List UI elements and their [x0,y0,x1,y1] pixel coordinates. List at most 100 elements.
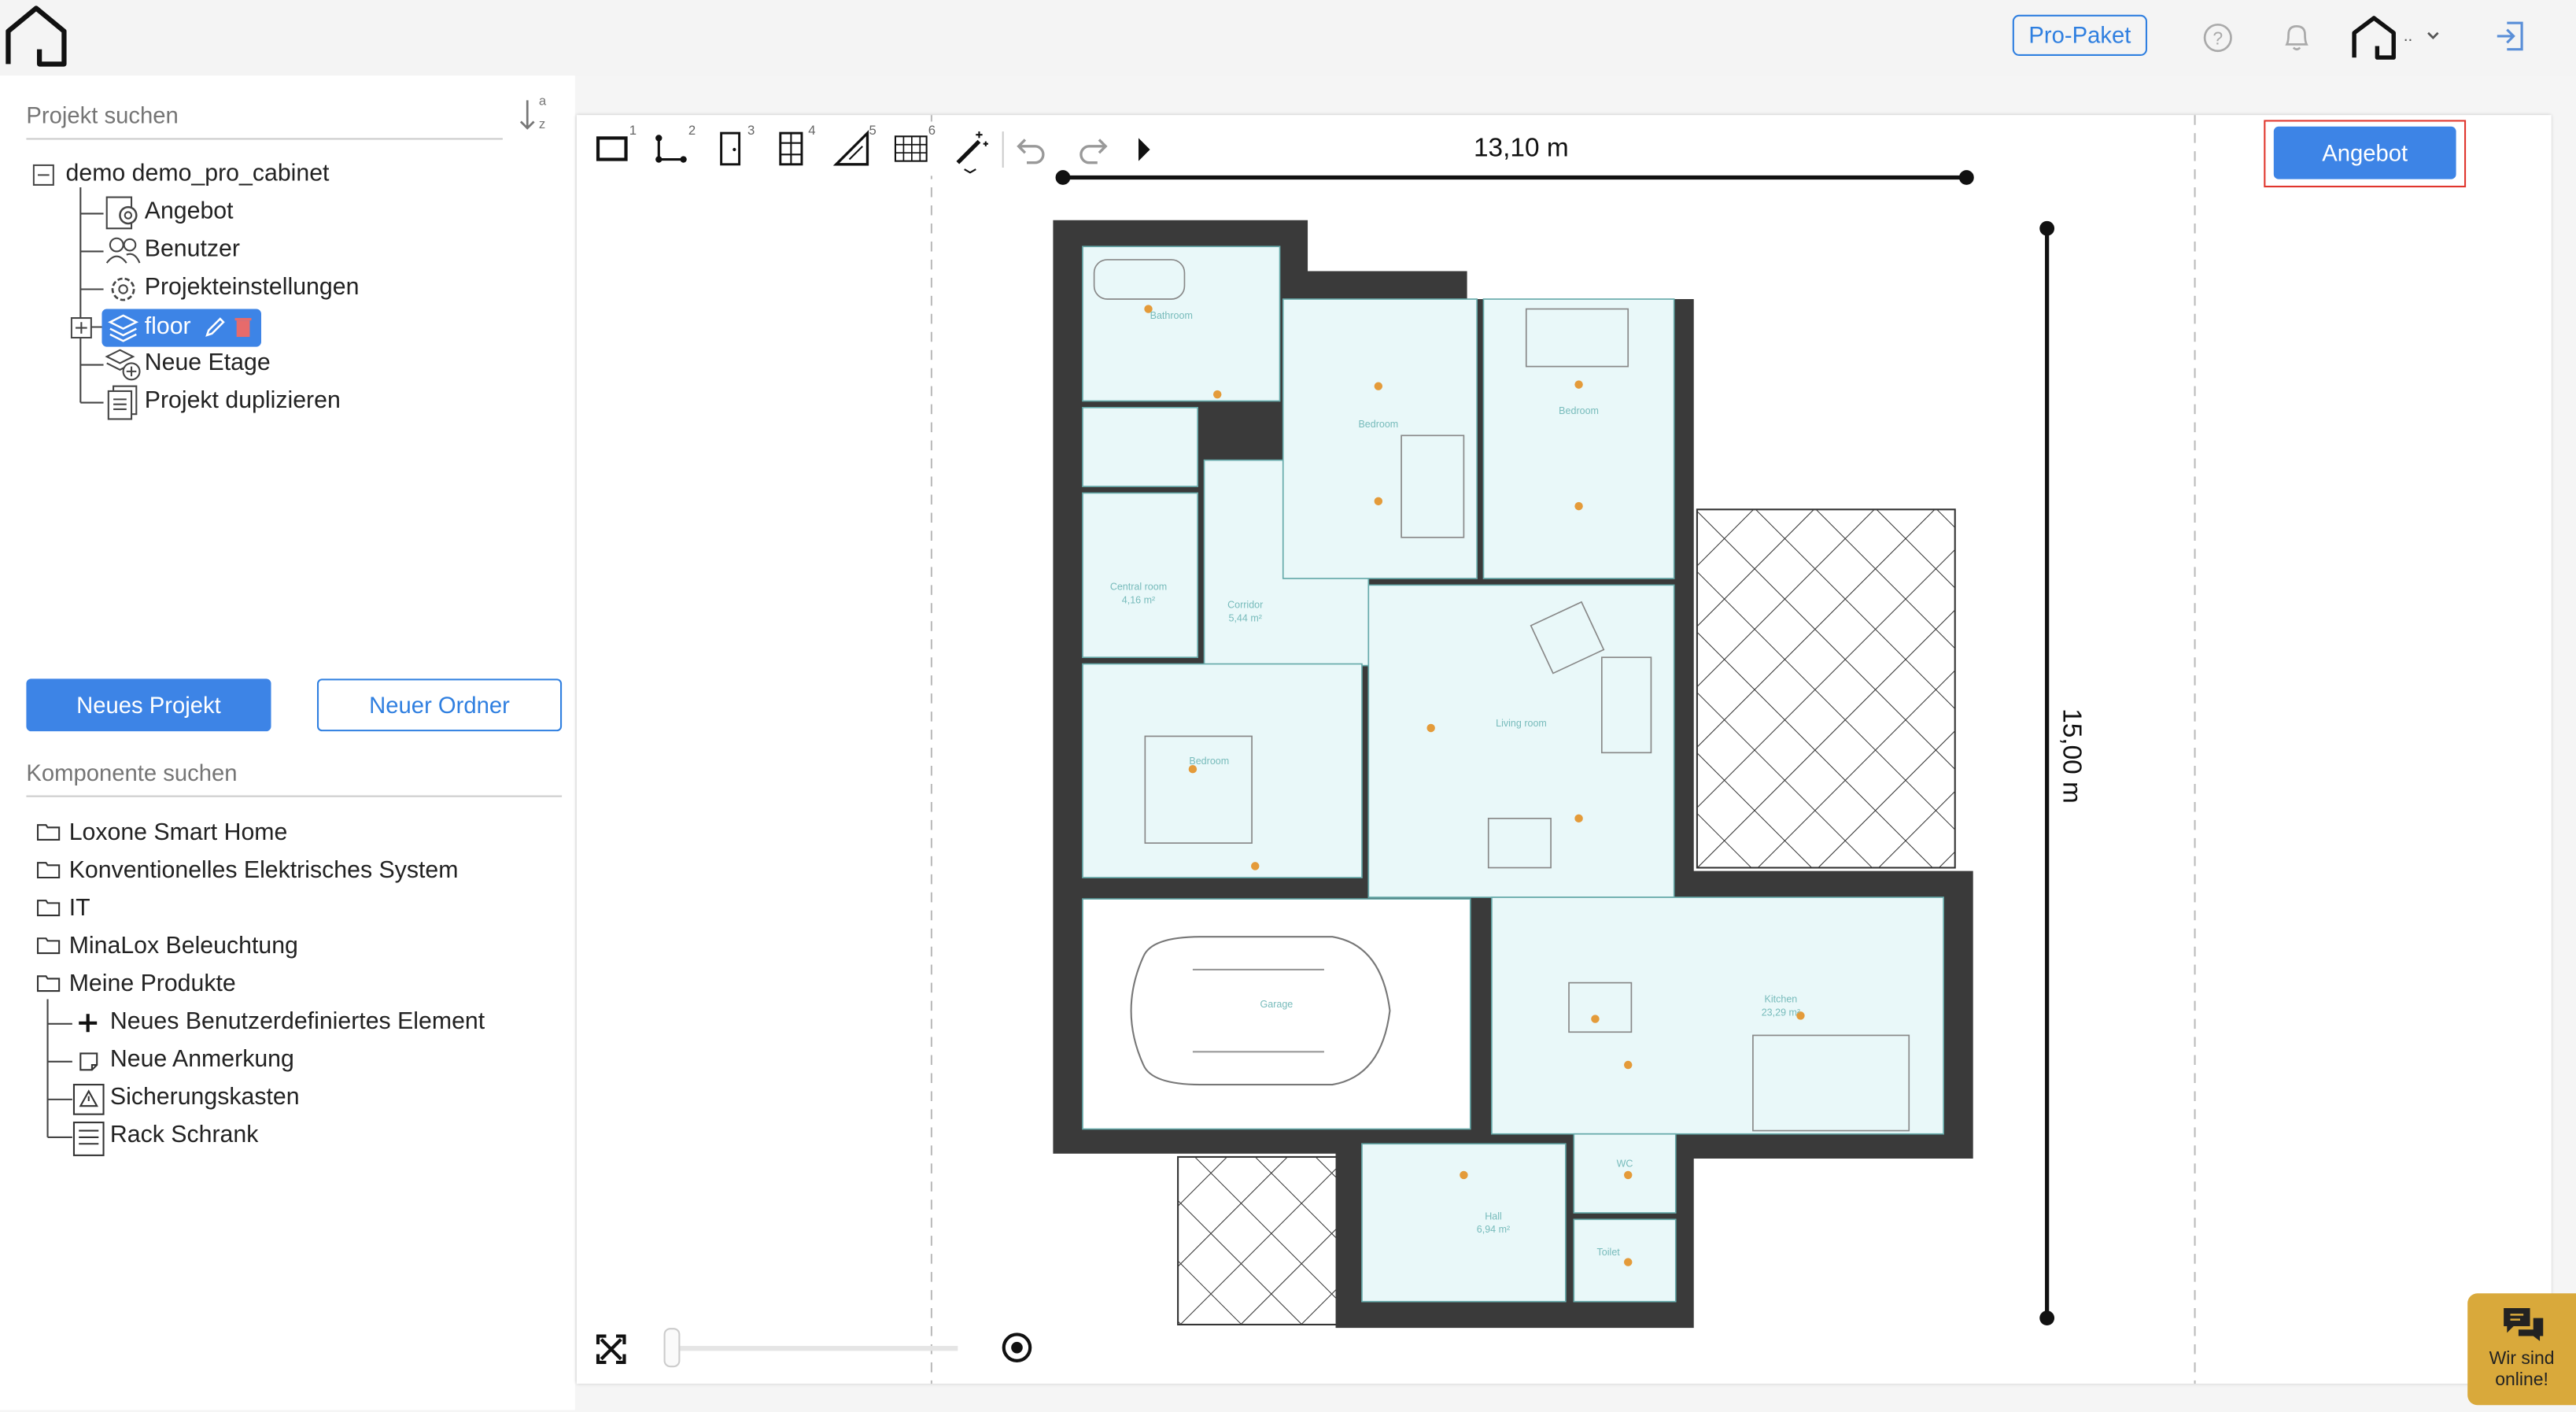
window-tool[interactable]: 4 [763,121,818,176]
svg-text:?: ? [2212,28,2223,48]
help-icon[interactable]: ? [2203,23,2233,53]
layers-icon [108,314,139,342]
room-label-corridor: Corridor [1227,600,1263,611]
room-label-living-room: Living room [1496,718,1547,729]
collapse-icon[interactable] [32,164,54,186]
folder-it[interactable]: IT [69,896,90,922]
offer-gear-icon [105,196,138,230]
floor-label: floor [144,313,191,341]
logout-icon[interactable] [2494,20,2527,53]
door-tool[interactable]: 3 [703,121,758,176]
room-area-central-room: 4,16 m² [1122,594,1155,605]
floor-plan-canvas[interactable]: Bathroom Bedroom Bedroom Central room 4,… [576,115,2552,1384]
folder-icon [36,862,61,879]
room-label-central-room: Central room [1110,582,1167,593]
tree-item-projekteinstellungen[interactable]: Projekteinstellungen [145,275,360,301]
tree-item-neue-etage[interactable]: Neue Etage [145,350,271,376]
users-icon [105,237,141,264]
component-search-input[interactable] [26,756,552,789]
folder-loxone-smart-home[interactable]: Loxone Smart Home [69,820,288,846]
room-area-hall: 6,94 m² [1477,1224,1510,1235]
room-label-bedroom-2: Bedroom [1559,405,1599,416]
folder-open-icon [36,975,61,992]
tree-item-projekt-duplizieren[interactable]: Projekt duplizieren [145,388,341,414]
fuse-box-icon [72,1084,105,1115]
angebot-button[interactable]: Angebot [2273,126,2456,179]
new-folder-button[interactable]: Neuer Ordner [316,678,563,732]
zoom-slider-track[interactable] [670,1346,958,1351]
item-neues-benutzerdefiniertes-element[interactable]: Neues Benutzerdefiniertes Element [110,1009,485,1035]
new-project-button[interactable]: Neues Projekt [26,678,271,732]
project-search-input[interactable] [26,98,487,132]
folder-meine-produkte[interactable]: Meine Produkte [69,971,236,997]
room-label-toilet: Toilet [1597,1247,1621,1258]
tool-number: 1 [629,123,637,139]
sort-label-a: a [538,94,547,109]
folder-minalox-beleuchtung[interactable]: MinaLox Beleuchtung [69,933,298,959]
magic-wand-tool[interactable] [943,121,998,176]
sort-az-icon[interactable] [516,95,552,135]
rack-cabinet-icon [72,1122,105,1156]
item-neue-anmerkung[interactable]: Neue Anmerkung [110,1047,294,1073]
room-label-bathroom: Bathroom [1150,310,1193,321]
plus-icon [79,1014,98,1033]
new-floor-icon [105,349,141,381]
toolbar-expand-icon[interactable] [1134,135,1153,164]
tree-item-floor[interactable]: floor [101,309,261,347]
chat-line-2: online! [2495,1370,2548,1391]
polygon-room-tool[interactable]: 2 [644,121,699,176]
tool-number: 5 [869,123,877,139]
room-label-kitchen: Kitchen [1765,994,1798,1005]
pro-package-button[interactable]: Pro-Paket [2012,14,2148,56]
note-icon [79,1052,98,1071]
delete-trash-icon[interactable] [233,316,253,338]
fullscreen-icon[interactable] [593,1331,629,1367]
magic-wand-icon [956,131,988,174]
room-label-wc: WC [1617,1158,1633,1169]
floor-plan-drawing[interactable]: Bathroom Bedroom Bedroom Central room 4,… [577,115,2552,1384]
height-dimension-label: 15,00 m [2056,708,2085,804]
bell-icon[interactable] [2282,21,2312,54]
edit-pencil-icon[interactable] [204,316,227,338]
chat-bubbles-icon [2504,1308,2544,1341]
tool-number: 3 [747,123,755,139]
tree-item-benutzer[interactable]: Benutzer [145,237,240,263]
zoom-slider-handle[interactable] [663,1328,681,1368]
item-rack-schrank[interactable]: Rack Schrank [110,1122,258,1148]
tool-number: 2 [688,123,696,139]
tool-number: 6 [928,123,936,139]
room-label-hall: Hall [1485,1211,1502,1222]
project-search-underline [26,138,503,140]
chevron-down-icon[interactable] [2425,30,2441,43]
recenter-icon[interactable] [999,1329,1035,1366]
tree-item-angebot[interactable]: Angebot [145,199,234,225]
room-area-corridor: 5,44 m² [1228,612,1261,623]
tool-number: 4 [808,123,816,139]
width-dimension-label: 13,10 m [1473,135,1569,163]
undo-icon[interactable] [1013,131,1050,168]
rectangle-room-tool[interactable]: 1 [585,121,640,176]
sort-label-z: z [538,116,546,132]
expand-icon[interactable] [70,316,92,339]
room-label-bedroom-3: Bedroom [1189,756,1229,767]
folder-konventionelles-system[interactable]: Konventionelles Elektrisches System [69,858,459,884]
folder-icon [36,937,61,955]
measure-tool[interactable]: 5 [825,121,880,176]
component-search-underline [26,795,563,797]
settings-gear-icon [111,277,135,301]
room-label-bedroom-1: Bedroom [1358,419,1398,430]
stairs-tool[interactable]: 6 [884,121,939,176]
room-area-kitchen: 23,29 m² [1762,1007,1800,1018]
folder-icon [36,824,61,841]
house-menu-icon[interactable] [2349,13,2405,63]
room-label-garage: Garage [1260,999,1294,1010]
item-sicherungskasten[interactable]: Sicherungskasten [110,1085,300,1111]
toolbar-divider [1002,131,1004,168]
chat-line-1: Wir sind [2489,1349,2555,1369]
tree-root-project[interactable]: demo demo_pro_cabinet [66,161,330,187]
redo-icon[interactable] [1075,131,1111,168]
chat-widget[interactable]: Wir sind online! [2467,1293,2576,1406]
home-logo-icon[interactable] [3,3,69,69]
top-bar: Pro-Paket ? .. [0,0,2576,76]
angebot-highlight: Angebot [2264,120,2467,188]
